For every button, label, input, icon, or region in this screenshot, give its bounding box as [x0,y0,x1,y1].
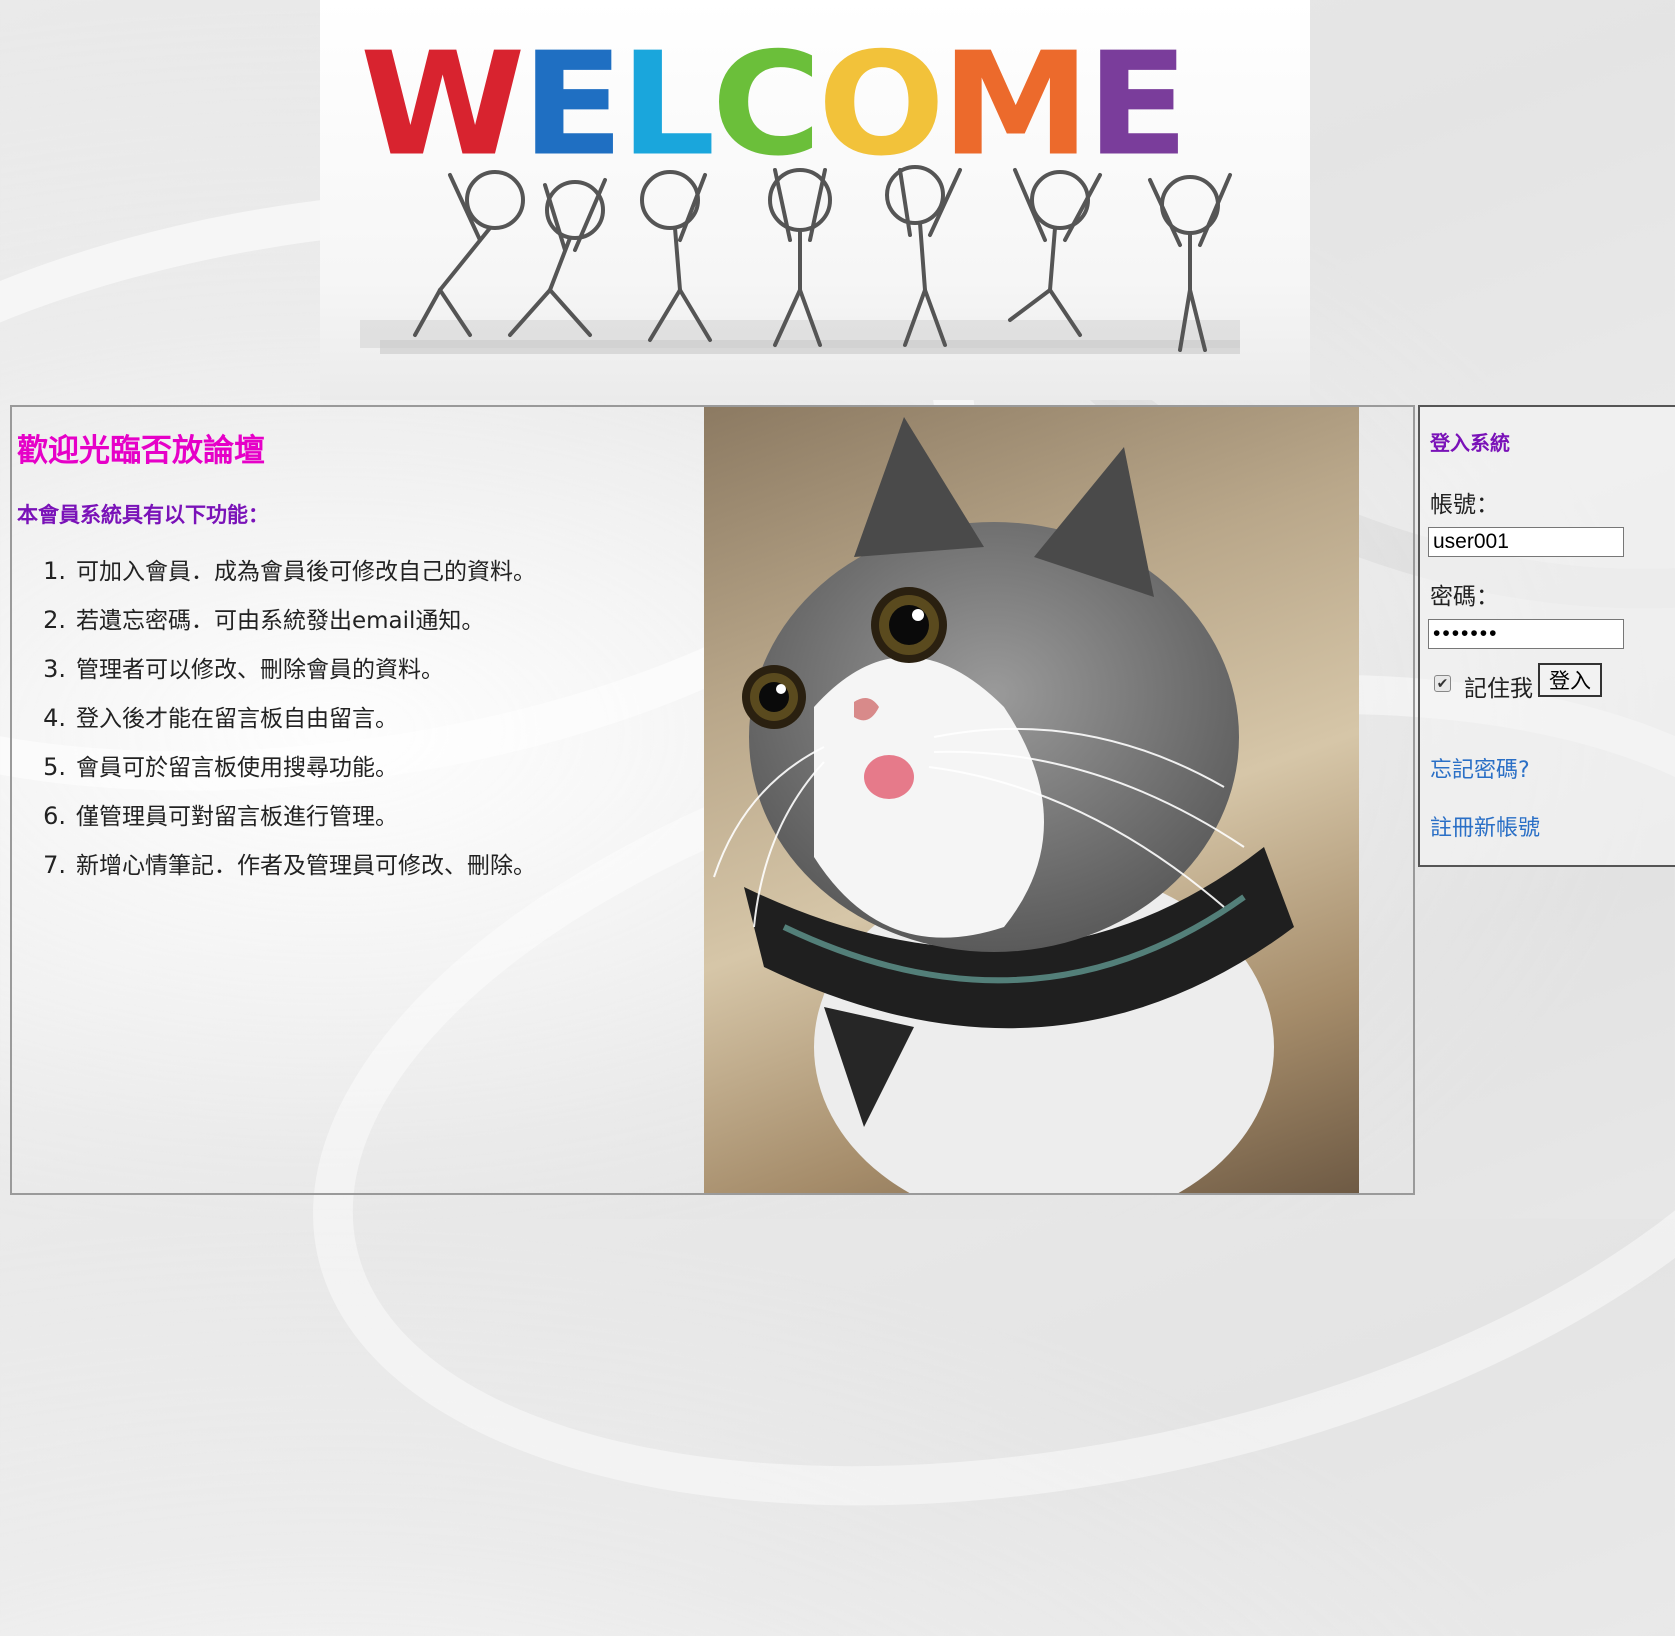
feature-item: 5. 會員可於留言板使用搜尋功能。 [32,743,536,792]
cat-photo [704,407,1359,1193]
login-title: 登入系統 [1430,431,1510,455]
feature-item: 4. 登入後才能在留言板自由留言。 [32,694,536,743]
forgot-password-link[interactable]: 忘記密碼? [1430,752,1530,784]
account-input[interactable] [1428,527,1624,557]
remember-me-label: 記住我 [1464,676,1533,702]
feature-number: 5. [43,753,66,781]
welcome-banner: WELCOME [320,0,1310,400]
feature-item: 6. 僅管理員可對留言板進行管理。 [32,792,536,841]
features-list: 1. 可加入會員．成為會員後可修改自己的資料。 2. 若遺忘密碼．可由系統發出emai… [32,547,536,890]
feature-number: 3. [43,655,66,683]
checkmark-icon: ✔ [1436,675,1449,692]
feature-text: 僅管理員可對留言板進行管理。 [76,804,398,830]
feature-item: 1. 可加入會員．成為會員後可修改自己的資料。 [32,547,536,596]
feature-item: 7. 新增心情筆記．作者及管理員可修改、刪除。 [32,841,536,890]
feature-number: 6. [43,802,66,830]
feature-number: 7. [43,851,66,879]
feature-text: 登入後才能在留言板自由留言。 [76,706,398,732]
intro-pane: 歡迎光臨否放論壇 本會員系統具有以下功能： 1. 可加入會員．成為會員後可修改自己… [12,407,704,1193]
feature-text: 會員可於留言板使用搜尋功能。 [76,755,398,781]
login-panel: 登入系統 帳號： 密碼： ✔ 記住我 登入 忘記密碼? 註冊新帳號 [1418,405,1675,867]
main-content-frame: 歡迎光臨否放論壇 本會員系統具有以下功能： 1. 可加入會員．成為會員後可修改自己… [10,405,1415,1195]
features-heading: 本會員系統具有以下功能： [17,502,269,527]
feature-item: 2. 若遺忘密碼．可由系統發出email通知。 [32,596,536,645]
feature-number: 4. [43,704,66,732]
feature-text: 若遺忘密碼．可由系統發出email通知。 [76,608,485,634]
feature-number: 1. [43,557,66,585]
remember-me-checkbox[interactable]: ✔ [1434,675,1451,692]
password-input[interactable] [1428,619,1624,649]
login-button[interactable]: 登入 [1538,663,1602,697]
register-link[interactable]: 註冊新帳號 [1430,810,1540,842]
stick-figures-illustration [360,165,1240,354]
password-label: 密碼： [1430,584,1499,610]
feature-text: 管理者可以修改、刪除會員的資料。 [76,657,444,683]
feature-text: 新增心情筆記．作者及管理員可修改、刪除。 [76,853,536,879]
page-title: 歡迎光臨否放論壇 [17,433,265,469]
account-label: 帳號： [1430,492,1499,518]
feature-item: 3. 管理者可以修改、刪除會員的資料。 [32,645,536,694]
feature-number: 2. [43,606,66,634]
feature-text: 可加入會員．成為會員後可修改自己的資料。 [76,559,536,585]
